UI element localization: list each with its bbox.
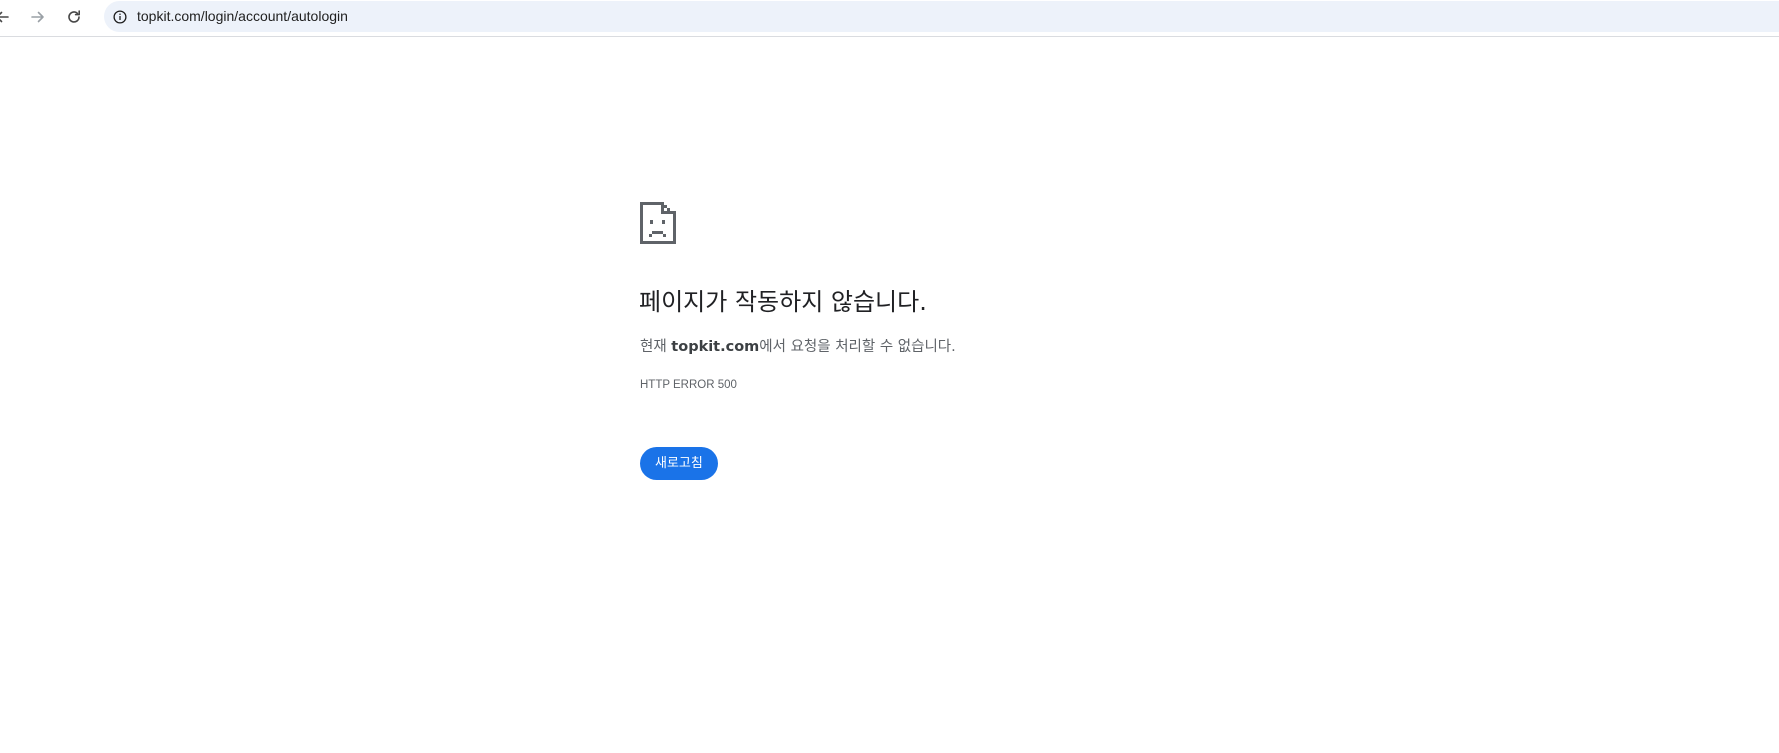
summary-suffix: 에서 요청을 처리할 수 없습니다.: [759, 339, 956, 355]
back-arrow-icon: [0, 11, 9, 23]
sad-page-icon: [640, 202, 676, 244]
info-icon: [112, 9, 127, 24]
reload-button[interactable]: 새로고침: [640, 447, 718, 480]
reload-icon: [68, 10, 80, 23]
url-text[interactable]: topkit.com/login/account/autologin: [137, 1, 348, 32]
back-button[interactable]: [0, 3, 16, 31]
reload-browser-button[interactable]: [60, 3, 88, 31]
summary-host: topkit.com: [671, 339, 760, 355]
browser-toolbar: topkit.com/login/account/autologin: [0, 0, 1779, 37]
site-info-button[interactable]: [110, 7, 129, 26]
error-summary: 현재 topkit.com에서 요청을 처리할 수 없습니다.: [640, 335, 956, 359]
error-code: HTTP ERROR 500: [640, 379, 737, 391]
summary-prefix: 현재: [640, 339, 672, 355]
forward-arrow-icon: [31, 11, 44, 23]
address-bar[interactable]: topkit.com/login/account/autologin: [104, 1, 1779, 32]
error-heading: 페이지가 작동하지 않습니다.: [639, 288, 927, 316]
forward-button[interactable]: [24, 3, 52, 31]
